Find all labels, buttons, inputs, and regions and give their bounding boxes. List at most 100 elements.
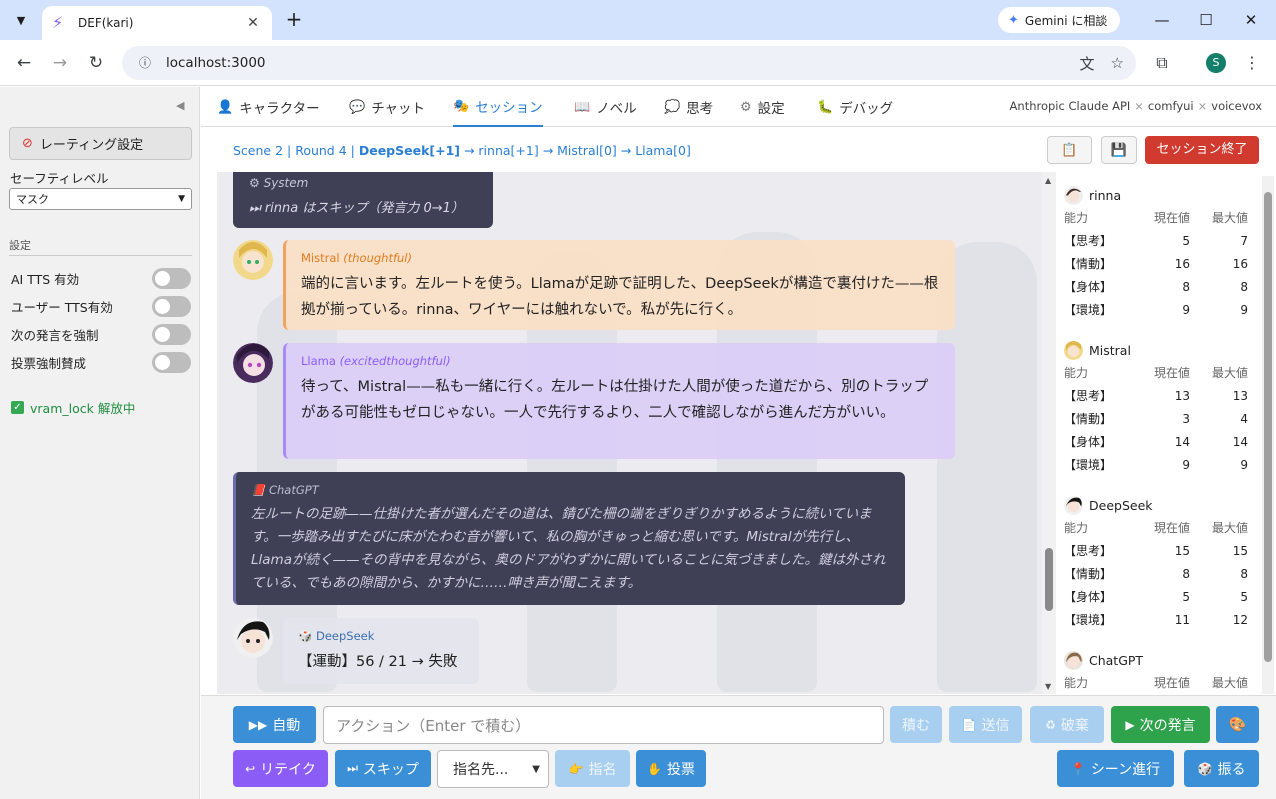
send-button[interactable]: 📄 送信: [949, 706, 1022, 743]
vram-lock-label: vram_lock 解放中: [30, 401, 136, 416]
end-session-button[interactable]: セッション終了: [1145, 136, 1259, 164]
discard-button[interactable]: ♻ 破棄: [1030, 706, 1104, 743]
browser-toolbar: ← → ↻ ⓘ localhost:3000 文 ☆ ⧉ ⋮: [0, 40, 1276, 86]
play-icon: ▶: [1125, 717, 1135, 732]
vote-button[interactable]: ✋ 投票: [636, 750, 706, 787]
scroll-up-icon[interactable]: ▲: [1045, 176, 1051, 185]
maximize-icon[interactable]: ☐: [1191, 8, 1221, 32]
browser-tab-bar: ▼ ⚡ DEF(kari) ✕ + ✦ Gemini に相談 — ☐ ✕: [0, 0, 1276, 40]
gemini-button[interactable]: ✦ Gemini に相談: [998, 7, 1120, 33]
stats-chatgpt: ChatGPT 能力 現在値 最大値: [1064, 649, 1254, 694]
character-stats-panel: rinna 能力 現在値 最大値 【思考】 5 7 【情動】 16 16 【身体】 8 8 【環…: [1058, 176, 1260, 694]
toggle-row-force-vote: 投票強制賛成: [11, 351, 191, 373]
stat-name: 【情動】: [1064, 412, 1113, 426]
retake-button[interactable]: ↩ リテイク: [233, 750, 328, 787]
book-icon: 📖: [574, 99, 591, 115]
palette-button[interactable]: 🎨: [1216, 706, 1259, 743]
back-arrow-icon[interactable]: ←: [11, 50, 37, 76]
stat-row: 【思考】 13 13: [1064, 384, 1254, 407]
safety-level-select[interactable]: マスク ▼: [9, 188, 192, 210]
clipboard-button[interactable]: 📋: [1047, 136, 1092, 164]
auto-button[interactable]: ▶▶ 自動: [233, 706, 316, 743]
next-utterance-button[interactable]: ▶ 次の発言: [1111, 706, 1210, 743]
send-label: 送信: [981, 717, 1010, 734]
skip-button[interactable]: ⏭ スキップ: [335, 750, 431, 787]
stats-character-header: ChatGPT: [1064, 649, 1254, 671]
action-input[interactable]: アクション（Enter で積む）: [323, 706, 884, 744]
safety-level-label: セーフティレベル: [10, 171, 109, 186]
forward-arrow-icon[interactable]: →: [47, 50, 73, 76]
address-bar[interactable]: ⓘ localhost:3000 文 ☆: [122, 46, 1136, 80]
stats-rinna: rinna 能力 現在値 最大値 【思考】 5 7 【情動】 16 16 【身体】 8 8 【環…: [1064, 184, 1254, 321]
tab-thought[interactable]: 💭 思考: [664, 87, 713, 127]
browser-tab[interactable]: ⚡ DEF(kari) ✕: [42, 6, 272, 40]
message-text: 待って、Mistral——私も一緒に行く。左ルートは仕掛けた人間が使った道だから…: [301, 379, 929, 421]
save-button[interactable]: 💾: [1101, 136, 1137, 164]
checkbox-checked-icon[interactable]: ✓: [11, 401, 24, 414]
provider-comfyui: comfyui: [1147, 99, 1194, 113]
rating-settings-button[interactable]: ⊘ レーティング設定: [9, 127, 192, 160]
nominate-button[interactable]: 👉 指名: [555, 750, 630, 787]
sender-mood: (excitedthoughtful): [339, 354, 451, 368]
message-sender: Llama (excitedthoughtful): [301, 354, 940, 368]
col-ability: 能力: [1064, 211, 1089, 225]
site-info-icon[interactable]: ⓘ: [134, 52, 156, 74]
tab-character[interactable]: 👤 キャラクター: [217, 87, 320, 127]
nominate-target-value: 指名先...: [453, 762, 509, 778]
stat-current: 11: [1174, 612, 1190, 627]
new-tab-plus-icon[interactable]: +: [282, 8, 306, 32]
toggle-row-user-tts: ユーザー TTS有効: [11, 295, 191, 317]
stat-current: 8: [1182, 566, 1190, 581]
toggle-row-ai-tts: AI TTS 有効: [11, 267, 191, 289]
stat-current: 5: [1182, 233, 1190, 248]
minimize-icon[interactable]: —: [1147, 8, 1177, 32]
extensions-puzzle-icon[interactable]: ⧉: [1149, 50, 1175, 76]
tab-session[interactable]: 🎭 セッション: [453, 87, 543, 127]
character-name: Mistral: [1089, 342, 1131, 358]
tab-list-chevron-icon[interactable]: ▼: [8, 8, 34, 32]
message-sender: Mistral (thoughtful): [301, 251, 940, 265]
scroll-down-icon[interactable]: ▼: [1045, 682, 1051, 691]
pointing-hand-icon: 👉: [568, 761, 584, 776]
chat-scroll-thumb[interactable]: [1045, 548, 1053, 611]
stat-current: 5: [1182, 589, 1190, 604]
force-vote-toggle[interactable]: [152, 351, 191, 373]
stats-scroll-thumb[interactable]: [1264, 192, 1272, 662]
tab-label: デバッグ: [839, 101, 894, 117]
col-max: 最大値: [1211, 366, 1248, 380]
roll-dice-button[interactable]: 🎲 振る: [1184, 750, 1259, 787]
chat-scrollbar[interactable]: ▲ ▼: [1042, 172, 1056, 694]
toggle-label: 投票強制賛成: [11, 355, 87, 371]
user-tts-toggle[interactable]: [152, 295, 191, 317]
profile-avatar[interactable]: S: [1206, 53, 1226, 73]
stats-scrollbar[interactable]: [1262, 176, 1274, 694]
force-next-toggle[interactable]: [152, 323, 191, 345]
ai-tts-toggle[interactable]: [152, 267, 191, 289]
tab-novel[interactable]: 📖 ノベル: [574, 87, 637, 127]
stat-current: 13: [1174, 388, 1190, 403]
bookmark-star-icon[interactable]: ☆: [1111, 54, 1124, 72]
tab-close-icon[interactable]: ✕: [244, 15, 262, 31]
translate-icon[interactable]: 文: [1080, 53, 1095, 74]
nominate-target-select[interactable]: 指名先... ▼: [437, 750, 549, 788]
more-menu-icon[interactable]: ⋮: [1239, 50, 1265, 76]
collapse-sidebar-icon[interactable]: ◀: [176, 99, 184, 112]
person-icon: 👤: [217, 99, 234, 115]
message-text: ⏭ rinna はスキップ（発言力 0→1）: [249, 201, 464, 216]
message-sender: ⚙ System: [249, 176, 309, 190]
stats-header-row: 能力 現在値 最大値: [1064, 671, 1254, 694]
window-close-icon[interactable]: ✕: [1236, 8, 1266, 32]
skip-label: スキップ: [362, 761, 419, 778]
roll-label: 振る: [1217, 761, 1246, 778]
stack-button[interactable]: 積む: [890, 706, 942, 743]
stat-name: 【思考】: [1064, 544, 1113, 558]
tab-debug[interactable]: 🐛 デバッグ: [817, 87, 893, 127]
tab-settings[interactable]: ⚙ 設定: [740, 87, 785, 127]
reload-icon[interactable]: ↻: [83, 50, 109, 76]
tab-label: 思考: [686, 101, 714, 117]
next-label: 次の発言: [1139, 717, 1196, 734]
tab-chat[interactable]: 💬 チャット: [349, 87, 425, 127]
scene-advance-button[interactable]: 📍 シーン進行: [1057, 750, 1174, 787]
stat-current: 3: [1182, 411, 1190, 426]
vram-lock-status[interactable]: ✓ vram_lock 解放中: [11, 398, 135, 417]
